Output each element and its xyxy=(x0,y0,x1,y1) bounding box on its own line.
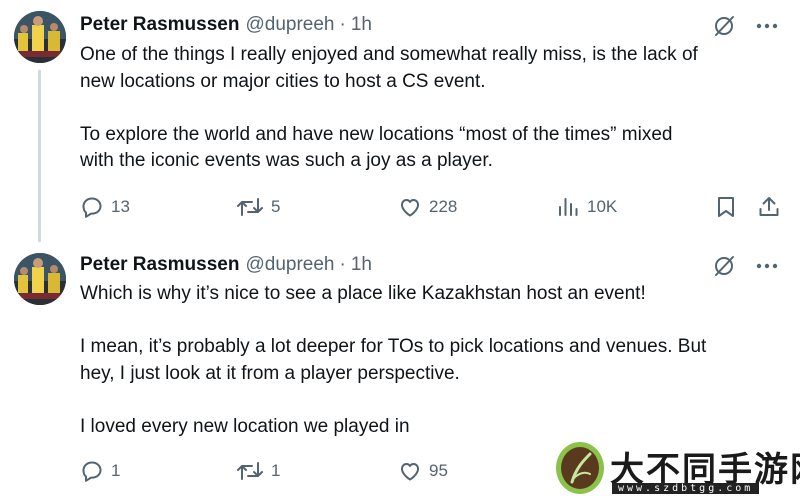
more-dots-icon[interactable] xyxy=(756,262,778,270)
reply-bubble-icon xyxy=(80,459,104,483)
like-button[interactable]: 228 xyxy=(398,194,457,220)
tweet[interactable]: Peter Rasmussen @dupreeh · 1h One of the… xyxy=(0,0,800,242)
tweet-top-actions xyxy=(712,14,778,38)
separator-dot: · xyxy=(339,254,346,275)
author-name[interactable]: Peter Rasmussen xyxy=(80,14,239,36)
author-name[interactable]: Peter Rasmussen xyxy=(80,254,239,276)
no-entry-slash-icon[interactable] xyxy=(712,14,736,38)
tweet-line: with the iconic events was such a joy as… xyxy=(80,150,493,171)
separator-dot: · xyxy=(339,14,346,35)
timestamp[interactable]: 1h xyxy=(351,14,372,36)
watermark-url: www.szdbtgg.com xyxy=(612,483,760,494)
tweet-line: To explore the world and have new locati… xyxy=(80,123,673,145)
like-count: 95 xyxy=(429,461,448,480)
author-handle[interactable]: @dupreeh xyxy=(245,14,334,36)
thread-connector-line xyxy=(38,70,41,242)
like-button[interactable]: 95 xyxy=(398,458,448,484)
share-icon xyxy=(757,195,781,219)
views-button[interactable]: 10K xyxy=(556,194,617,220)
timestamp[interactable]: 1h xyxy=(351,254,372,276)
tweet-header: Peter Rasmussen @dupreeh · 1h xyxy=(80,253,372,277)
repost-icon xyxy=(236,459,264,483)
tweet-header: Peter Rasmussen @dupreeh · 1h xyxy=(80,13,372,37)
bookmark-button[interactable] xyxy=(715,194,737,220)
tweet-line: I mean, it’s probably a lot deeper for T… xyxy=(80,336,707,357)
heart-icon xyxy=(398,459,422,483)
site-watermark: 大不同手游网 www.szdbtgg.com xyxy=(548,436,800,499)
views-bars-icon xyxy=(556,195,580,219)
repost-count: 5 xyxy=(271,197,281,216)
bookmark-icon xyxy=(715,195,737,219)
heart-icon xyxy=(398,195,422,219)
reply-button[interactable]: 1 xyxy=(80,458,120,484)
avatar-image xyxy=(14,11,66,63)
tweet-line: Which is why it’s nice to see a place li… xyxy=(80,283,646,304)
author-handle[interactable]: @dupreeh xyxy=(245,254,334,276)
avatar[interactable] xyxy=(14,253,66,305)
tweet-text: Which is why it’s nice to see a place li… xyxy=(80,281,780,440)
share-button[interactable] xyxy=(757,194,781,220)
reply-button[interactable]: 13 xyxy=(80,194,130,220)
repost-icon xyxy=(236,195,264,219)
reply-count: 13 xyxy=(111,197,130,216)
tweet-line: hey, I just look at it from a player per… xyxy=(80,362,460,384)
tweet-line: One of the things I really enjoyed and s… xyxy=(80,44,698,65)
more-dots-icon[interactable] xyxy=(756,22,778,30)
avatar-image xyxy=(14,253,66,305)
leaf-logo-icon xyxy=(556,442,604,494)
tweet-action-bar: 13 5 228 10K xyxy=(80,194,790,220)
avatar[interactable] xyxy=(14,11,66,63)
repost-count: 1 xyxy=(271,461,281,480)
repost-button[interactable]: 5 xyxy=(236,194,280,220)
tweet-text: One of the things I really enjoyed and s… xyxy=(80,42,780,175)
views-count: 10K xyxy=(587,197,618,216)
reply-bubble-icon xyxy=(80,195,104,219)
reply-count: 1 xyxy=(111,461,121,480)
tweet-top-actions xyxy=(712,254,778,278)
no-entry-slash-icon[interactable] xyxy=(712,254,736,278)
repost-button[interactable]: 1 xyxy=(236,458,280,484)
tweet-line: new locations or major cities to host a … xyxy=(80,70,486,92)
like-count: 228 xyxy=(429,197,458,216)
